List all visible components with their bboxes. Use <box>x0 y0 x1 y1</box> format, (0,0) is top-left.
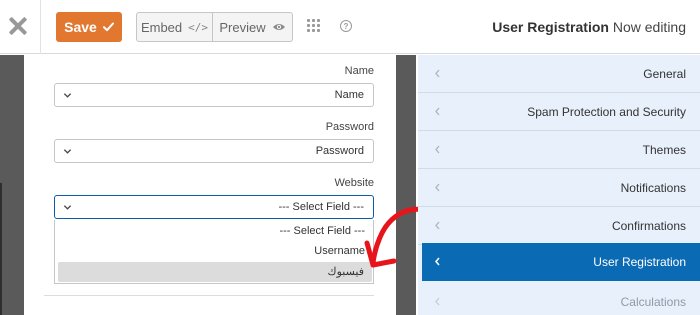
sidebar-item-label: Themes <box>642 142 686 157</box>
chevron-down-icon <box>63 92 72 98</box>
embed-button[interactable]: Embed </> <box>137 13 213 41</box>
editing-status: Now editing <box>612 19 686 35</box>
panel-edge <box>0 183 2 315</box>
chevron-down-icon <box>63 148 72 154</box>
sidebar-item-general[interactable]: General <box>418 55 700 93</box>
field-label-name: Name <box>344 65 374 77</box>
preview-button[interactable]: Preview <box>213 13 292 41</box>
chevron-left-icon <box>435 69 440 78</box>
sidebar-item-themes[interactable]: Themes <box>418 131 700 169</box>
embed-button-label: Embed <box>140 19 183 35</box>
sidebar-item-calculations[interactable]: Calculations <box>418 283 700 315</box>
code-icon: </> <box>188 20 209 34</box>
close-icon[interactable] <box>9 17 27 35</box>
form-title-area: User Registration Now editing <box>492 19 686 35</box>
form-preview: Name Name Password Password Website --- … <box>24 55 396 315</box>
help-glyph: ? <box>343 21 349 31</box>
sidebar-item-label: User Registration <box>593 254 686 269</box>
eye-icon <box>272 24 285 30</box>
toolbar-divider <box>40 0 41 54</box>
top-toolbar: Save Embed </> Preview ? User Registrati… <box>0 0 700 54</box>
name-select-value: Name <box>334 89 364 101</box>
field-label-website: Website <box>334 177 374 189</box>
field-label-password: Password <box>325 121 374 133</box>
embed-preview-group: Embed </> Preview <box>136 12 293 42</box>
sidebar-item-confirmations[interactable]: Confirmations <box>418 207 700 245</box>
chevron-down-icon <box>63 204 72 210</box>
help-icon[interactable]: ? <box>340 20 352 32</box>
website-dropdown-list: --- Select Field --- Username فيسبوك <box>54 220 374 284</box>
preview-button-label: Preview <box>219 19 266 35</box>
sidebar-item-label: General <box>643 66 686 81</box>
chevron-left-icon <box>435 107 440 116</box>
form-divider <box>44 295 374 296</box>
chevron-left-icon <box>435 221 440 230</box>
chevron-left-icon <box>435 257 440 266</box>
website-select[interactable]: --- Select Field --- <box>54 195 374 219</box>
dropdown-option[interactable]: Username <box>55 241 373 261</box>
form-title: User Registration <box>492 19 609 35</box>
chevron-left-icon <box>435 183 440 192</box>
sidebar-item-label: Confirmations <box>611 218 686 233</box>
sidebar-item-spam-protection[interactable]: Spam Protection and Security <box>418 93 700 131</box>
save-button-label: Save <box>64 19 97 35</box>
sidebar-item-notifications[interactable]: Notifications <box>418 169 700 207</box>
chevron-left-icon <box>435 145 440 154</box>
sidebar-item-label: Spam Protection and Security <box>527 104 686 119</box>
sidebar-item-user-registration[interactable]: User Registration <box>422 243 700 281</box>
save-button[interactable]: Save <box>56 12 122 42</box>
name-select[interactable]: Name <box>54 83 374 107</box>
website-select-value: --- Select Field --- <box>278 201 364 213</box>
checkmark-icon <box>102 22 114 32</box>
settings-sidebar: General Spam Protection and Security The… <box>418 55 700 315</box>
sidebar-item-label: Notifications <box>620 180 686 195</box>
chevron-left-icon <box>435 297 440 306</box>
password-select-value: Password <box>315 145 364 157</box>
dropdown-option[interactable]: --- Select Field --- <box>55 221 373 241</box>
password-select[interactable]: Password <box>54 139 374 163</box>
grid-icon[interactable] <box>307 19 320 32</box>
sidebar-item-label: Calculations <box>620 294 686 309</box>
dropdown-option-highlighted[interactable]: فيسبوك <box>58 262 372 282</box>
builder-left-panel <box>0 55 24 315</box>
